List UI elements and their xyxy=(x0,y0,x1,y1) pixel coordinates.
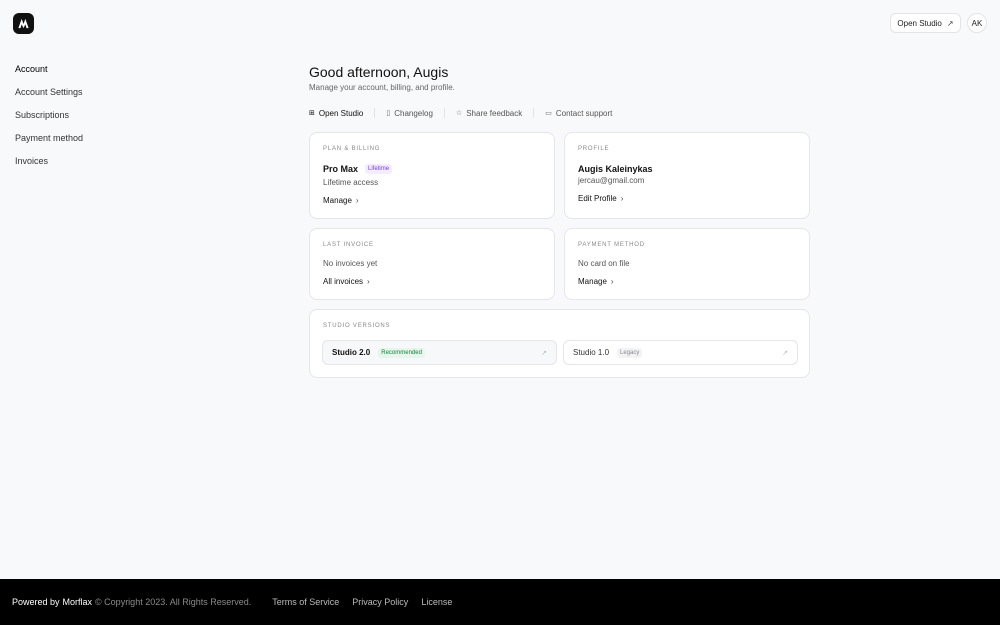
brand-link[interactable]: Morflax xyxy=(63,597,93,607)
quick-links: ⊞ Open Studio ▯ Changelog ☆ Share feedba… xyxy=(309,106,811,120)
invoice-status: No invoices yet xyxy=(323,259,378,268)
plan-access: Lifetime access xyxy=(323,178,379,187)
quicklink-label: Changelog xyxy=(394,108,433,118)
quicklink-label: Share feedback xyxy=(466,108,523,118)
divider xyxy=(374,108,376,118)
footer: Powered by Morflax © Copyright 2023. All… xyxy=(0,579,1000,625)
top-bar: Open Studio ↗ AK xyxy=(0,0,1000,46)
profile-card: PROFILE Augis Kaleinykas jercau@gmail.co… xyxy=(564,132,810,219)
card-label: STUDIO VERSIONS xyxy=(323,323,391,329)
open-studio-button[interactable]: Open Studio ↗ xyxy=(890,13,961,33)
studio-2-option[interactable]: Studio 2.0 Recommended ↗ xyxy=(322,340,557,365)
star-icon: ☆ xyxy=(455,110,463,117)
open-studio-button-label: Open Studio xyxy=(897,18,942,28)
sidebar-item-subscriptions[interactable]: Subscriptions xyxy=(15,110,165,133)
quicklink-label: Contact support xyxy=(555,108,613,118)
chevron-right-icon: › xyxy=(620,194,624,203)
link-label: Edit Profile xyxy=(578,194,617,203)
chevron-right-icon: › xyxy=(610,277,614,286)
profile-email: jercau@gmail.com xyxy=(578,176,645,185)
terms-of-service-link[interactable]: Terms of Service xyxy=(272,597,339,607)
logo-icon[interactable] xyxy=(13,13,34,34)
page-subtitle: Manage your account, billing, and profil… xyxy=(309,83,455,92)
license-link[interactable]: License xyxy=(421,597,452,607)
external-link-icon: ↗ xyxy=(541,349,547,357)
card-label: LAST INVOICE xyxy=(323,242,374,248)
document-icon: ▯ xyxy=(386,110,391,117)
all-invoices-link[interactable]: All invoices › xyxy=(323,277,370,286)
quicklink-label: Open Studio xyxy=(318,108,364,118)
studio-1-option[interactable]: Studio 1.0 Legacy ↗ xyxy=(563,340,798,365)
card-label: PLAN & BILLING xyxy=(323,146,381,152)
card-label: PAYMENT METHOD xyxy=(578,242,645,248)
grid-icon: ⊞ xyxy=(309,110,315,117)
chevron-right-icon: › xyxy=(355,196,359,205)
morflax-logo-icon xyxy=(18,18,29,29)
payment-method-card: PAYMENT METHOD No card on file Manage › xyxy=(564,228,810,300)
avatar[interactable]: AK xyxy=(967,13,987,33)
sidebar-item-account[interactable]: Account xyxy=(15,64,165,87)
chevron-right-icon: › xyxy=(367,277,370,286)
payment-status: No card on file xyxy=(578,259,630,268)
copyright-text: © Copyright 2023. All Rights Reserved. xyxy=(95,597,252,607)
lifetime-badge: Lifetime xyxy=(365,164,393,174)
plan-name: Pro Max Lifetime xyxy=(323,164,393,174)
quicklink-changelog[interactable]: ▯ Changelog xyxy=(386,109,433,118)
sidebar-item-invoices[interactable]: Invoices xyxy=(15,156,165,179)
last-invoice-card: LAST INVOICE No invoices yet All invoice… xyxy=(309,228,555,300)
link-label: Manage xyxy=(323,196,352,205)
link-label: Manage xyxy=(578,277,607,286)
version-name: Studio 1.0 xyxy=(573,348,610,357)
link-label: All invoices xyxy=(323,277,364,286)
powered-by-text: Powered by xyxy=(12,597,60,607)
divider xyxy=(533,108,535,118)
plan-billing-card: PLAN & BILLING Pro Max Lifetime Lifetime… xyxy=(309,132,555,219)
external-link-icon: ↗ xyxy=(782,349,788,357)
studio-versions-card: STUDIO VERSIONS Studio 2.0 Recommended ↗… xyxy=(309,309,810,378)
avatar-initials: AK xyxy=(971,18,983,28)
plan-name-text: Pro Max xyxy=(323,164,359,174)
main-content: Good afternoon, Augis Manage your accoun… xyxy=(309,64,811,120)
divider xyxy=(443,108,445,118)
quicklink-open-studio[interactable]: ⊞ Open Studio xyxy=(309,109,363,118)
manage-plan-link[interactable]: Manage › xyxy=(323,196,359,205)
card-label: PROFILE xyxy=(578,146,610,152)
sidebar-item-payment-method[interactable]: Payment method xyxy=(15,133,165,156)
page-title: Good afternoon, Augis xyxy=(309,64,449,80)
edit-profile-link[interactable]: Edit Profile › xyxy=(578,194,623,203)
version-name: Studio 2.0 xyxy=(332,348,371,357)
profile-name: Augis Kaleinykas xyxy=(578,164,653,174)
privacy-policy-link[interactable]: Privacy Policy xyxy=(352,597,408,607)
quicklink-contact-support[interactable]: ▭ Contact support xyxy=(545,109,612,118)
manage-payment-link[interactable]: Manage › xyxy=(578,277,614,286)
recommended-badge: Recommended xyxy=(378,347,425,358)
legacy-badge: Legacy xyxy=(617,347,643,358)
chat-icon: ▭ xyxy=(545,110,552,117)
sidebar-item-account-settings[interactable]: Account Settings xyxy=(15,87,165,110)
quicklink-share-feedback[interactable]: ☆ Share feedback xyxy=(456,109,522,118)
sidebar: Account Account Settings Subscriptions P… xyxy=(15,64,165,179)
external-link-icon: ↗ xyxy=(946,18,954,28)
